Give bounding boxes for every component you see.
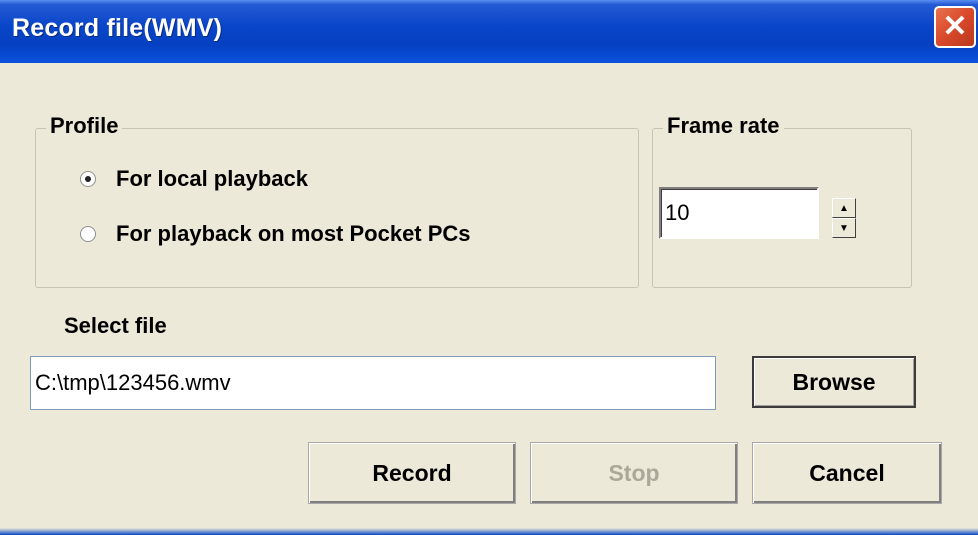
record-button-label: Record [372,459,452,486]
cancel-button[interactable]: Cancel [752,442,942,504]
frame-rate-spinner[interactable]: ▲ ▼ [832,198,856,238]
close-button[interactable]: ✕ [934,6,976,48]
spin-down-button[interactable]: ▼ [832,218,856,238]
radio-label-pocket-pc: For playback on most Pocket PCs [116,221,471,246]
radio-pocket-pc-playback[interactable]: For playback on most Pocket PCs [80,221,471,247]
radio-button-unchecked[interactable] [80,226,96,242]
window-bottom-border [0,528,978,535]
browse-button[interactable]: Browse [752,356,916,408]
file-path-value: C:\tmp\123456.wmv [35,370,231,395]
radio-label-local-playback: For local playback [116,166,308,191]
window-title: Record file(WMV) [12,14,223,42]
radio-local-playback[interactable]: For local playback [80,166,308,192]
profile-group: Profile [35,113,639,288]
frame-rate-input[interactable]: 10 [659,187,819,239]
frame-rate-value: 10 [665,200,690,225]
radio-button-checked[interactable] [80,171,96,187]
stop-button-label: Stop [608,459,660,486]
cancel-button-label: Cancel [809,459,885,486]
spin-up-button[interactable]: ▲ [832,198,856,218]
profile-legend: Profile [46,113,123,139]
select-file-label: Select file [64,313,167,338]
record-button[interactable]: Record [308,442,516,504]
arrow-down-icon: ▼ [839,222,849,234]
close-icon: ✕ [942,10,968,43]
record-file-dialog: Record file(WMV) ✕ Profile For local pla… [0,0,978,535]
file-path-input[interactable]: C:\tmp\123456.wmv [30,356,716,410]
browse-button-label: Browse [792,368,876,395]
stop-button[interactable]: Stop [530,442,738,504]
title-bar[interactable]: Record file(WMV) ✕ [0,0,978,63]
frame-rate-legend: Frame rate [663,113,784,139]
arrow-up-icon: ▲ [839,202,849,214]
